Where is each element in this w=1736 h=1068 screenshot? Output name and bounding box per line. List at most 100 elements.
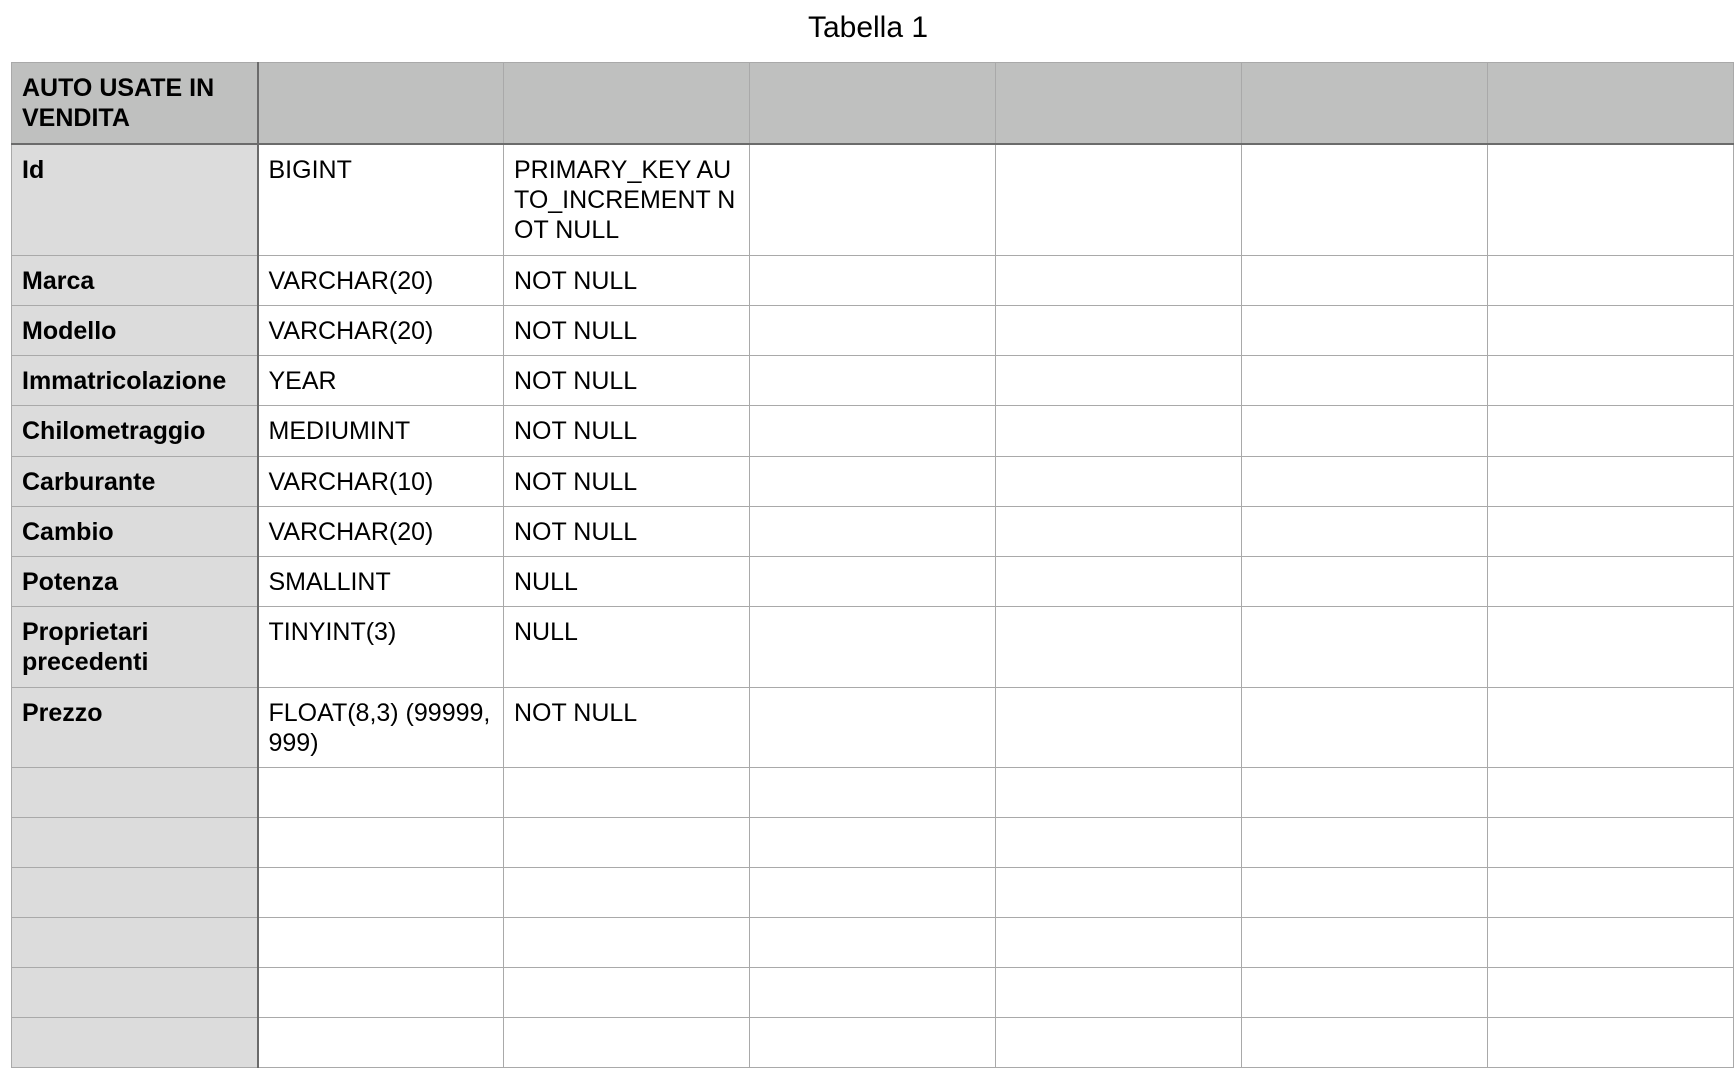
field-type-cell[interactable]: BIGINT xyxy=(257,143,504,256)
empty-cell[interactable] xyxy=(995,555,1242,607)
field-type-cell[interactable]: SMALLINT xyxy=(257,555,504,607)
empty-cell[interactable] xyxy=(749,916,996,968)
field-name-cell[interactable]: Cambio xyxy=(11,505,259,557)
field-constraint-cell[interactable]: NOT NULL xyxy=(503,304,750,356)
empty-cell[interactable] xyxy=(995,455,1242,507)
field-name-cell[interactable]: Proprietari precedenti xyxy=(11,605,259,688)
empty-cell[interactable] xyxy=(749,866,996,918)
empty-cell[interactable] xyxy=(1241,916,1488,968)
field-name-cell[interactable]: Prezzo xyxy=(11,686,259,768)
empty-cell[interactable] xyxy=(995,1016,1242,1068)
empty-cell[interactable] xyxy=(1487,1016,1734,1068)
empty-cell[interactable] xyxy=(749,1016,996,1068)
empty-cell[interactable] xyxy=(1487,455,1734,507)
empty-header-cell[interactable] xyxy=(257,62,504,145)
field-name-cell[interactable]: Modello xyxy=(11,304,259,356)
empty-cell[interactable] xyxy=(995,766,1242,818)
empty-cell[interactable] xyxy=(1487,354,1734,406)
empty-cell[interactable] xyxy=(1241,455,1488,507)
field-name-cell[interactable]: Chilometraggio xyxy=(11,404,259,457)
empty-header-cell[interactable] xyxy=(995,62,1242,145)
empty-cell[interactable] xyxy=(503,916,750,968)
empty-cell[interactable] xyxy=(1487,866,1734,918)
table-header-cell[interactable]: AUTO USATE IN VENDITA xyxy=(11,62,259,145)
empty-cell[interactable] xyxy=(503,966,750,1018)
empty-header-cell[interactable] xyxy=(1487,62,1734,145)
empty-cell[interactable] xyxy=(1241,555,1488,607)
empty-cell[interactable] xyxy=(1241,766,1488,818)
empty-cell[interactable] xyxy=(995,686,1242,768)
field-type-cell[interactable]: VARCHAR(20) xyxy=(257,505,504,557)
empty-cell[interactable] xyxy=(749,966,996,1018)
empty-cell[interactable] xyxy=(1241,866,1488,918)
empty-cell[interactable] xyxy=(503,766,750,818)
field-constraint-cell[interactable]: PRIMARY_KEY AUTO_INCREMENT NOT NULL xyxy=(503,143,750,256)
empty-cell[interactable] xyxy=(257,816,504,868)
field-name-cell[interactable]: Potenza xyxy=(11,555,259,607)
empty-cell[interactable] xyxy=(749,686,996,768)
empty-cell[interactable] xyxy=(11,1016,259,1068)
empty-cell[interactable] xyxy=(1487,816,1734,868)
empty-cell[interactable] xyxy=(1241,254,1488,306)
empty-cell[interactable] xyxy=(995,916,1242,968)
field-constraint-cell[interactable]: NOT NULL xyxy=(503,404,750,457)
field-type-cell[interactable]: TINYINT(3) xyxy=(257,605,504,688)
empty-cell[interactable] xyxy=(995,254,1242,306)
empty-cell[interactable] xyxy=(503,1016,750,1068)
empty-cell[interactable] xyxy=(749,555,996,607)
empty-cell[interactable] xyxy=(1241,686,1488,768)
empty-cell[interactable] xyxy=(1241,354,1488,406)
empty-cell[interactable] xyxy=(1241,404,1488,457)
empty-cell[interactable] xyxy=(749,404,996,457)
empty-cell[interactable] xyxy=(257,966,504,1018)
field-type-cell[interactable]: VARCHAR(20) xyxy=(257,254,504,306)
field-constraint-cell[interactable]: NOT NULL xyxy=(503,505,750,557)
field-name-cell[interactable]: Id xyxy=(11,143,259,256)
empty-cell[interactable] xyxy=(995,505,1242,557)
empty-cell[interactable] xyxy=(1487,766,1734,818)
empty-cell[interactable] xyxy=(1241,304,1488,356)
field-type-cell[interactable]: FLOAT(8,3) (99999,999) xyxy=(257,686,504,768)
empty-cell[interactable] xyxy=(1241,966,1488,1018)
empty-cell[interactable] xyxy=(749,505,996,557)
empty-cell[interactable] xyxy=(995,354,1242,406)
empty-cell[interactable] xyxy=(1487,916,1734,968)
field-constraint-cell[interactable]: NOT NULL xyxy=(503,354,750,406)
empty-cell[interactable] xyxy=(1487,966,1734,1018)
field-type-cell[interactable]: VARCHAR(10) xyxy=(257,455,504,507)
empty-cell[interactable] xyxy=(995,966,1242,1018)
empty-cell[interactable] xyxy=(1487,304,1734,356)
empty-cell[interactable] xyxy=(257,766,504,818)
empty-cell[interactable] xyxy=(11,766,259,818)
field-type-cell[interactable]: VARCHAR(20) xyxy=(257,304,504,356)
field-type-cell[interactable]: YEAR xyxy=(257,354,504,406)
field-constraint-cell[interactable]: NOT NULL xyxy=(503,686,750,768)
empty-cell[interactable] xyxy=(749,605,996,688)
empty-cell[interactable] xyxy=(749,816,996,868)
empty-header-cell[interactable] xyxy=(503,62,750,145)
field-constraint-cell[interactable]: NOT NULL xyxy=(503,455,750,507)
empty-cell[interactable] xyxy=(11,966,259,1018)
empty-cell[interactable] xyxy=(995,143,1242,256)
empty-cell[interactable] xyxy=(503,866,750,918)
empty-cell[interactable] xyxy=(995,404,1242,457)
empty-cell[interactable] xyxy=(1487,605,1734,688)
empty-cell[interactable] xyxy=(1487,404,1734,457)
empty-cell[interactable] xyxy=(1241,1016,1488,1068)
empty-cell[interactable] xyxy=(1241,605,1488,688)
empty-cell[interactable] xyxy=(749,254,996,306)
field-constraint-cell[interactable]: NULL xyxy=(503,555,750,607)
empty-cell[interactable] xyxy=(995,605,1242,688)
empty-cell[interactable] xyxy=(257,1016,504,1068)
empty-cell[interactable] xyxy=(503,816,750,868)
empty-cell[interactable] xyxy=(995,816,1242,868)
empty-cell[interactable] xyxy=(1487,505,1734,557)
empty-cell[interactable] xyxy=(257,916,504,968)
empty-cell[interactable] xyxy=(995,866,1242,918)
empty-cell[interactable] xyxy=(1241,143,1488,256)
empty-cell[interactable] xyxy=(749,354,996,406)
empty-cell[interactable] xyxy=(11,916,259,968)
field-type-cell[interactable]: MEDIUMINT xyxy=(257,404,504,457)
field-constraint-cell[interactable]: NOT NULL xyxy=(503,254,750,306)
field-name-cell[interactable]: Carburante xyxy=(11,455,259,507)
